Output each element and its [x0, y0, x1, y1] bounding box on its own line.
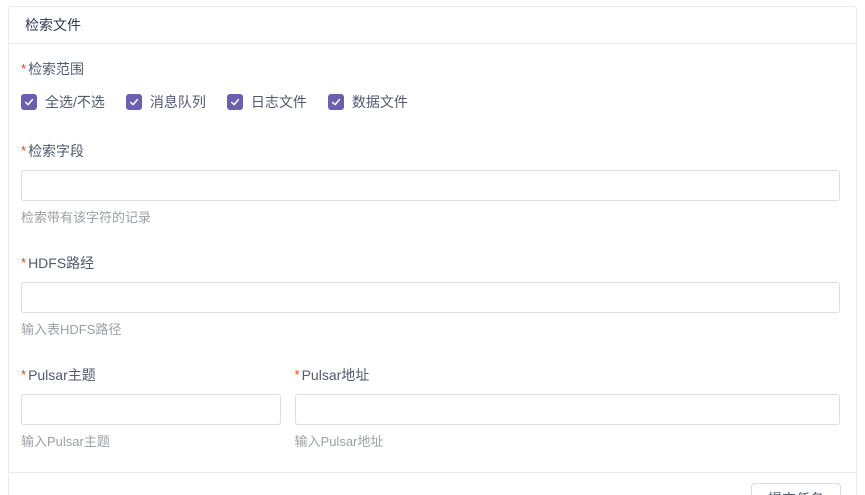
required-asterisk: * — [295, 367, 300, 382]
pulsar-address-input[interactable] — [295, 394, 840, 425]
form-item-search-field: *检索字段 检索带有该字符的记录 — [21, 141, 840, 226]
form-item-search-scope: *检索范围 全选/不选 消息队列 — [21, 59, 840, 112]
page-title: 检索文件 — [25, 15, 81, 35]
check-icon — [128, 96, 140, 108]
checkbox-checked-icon — [328, 94, 344, 110]
checkbox-data-file[interactable]: 数据文件 — [328, 92, 416, 112]
required-asterisk: * — [21, 255, 26, 270]
pulsar-topic-label-text: Pulsar主题 — [28, 367, 96, 383]
required-asterisk: * — [21, 367, 26, 382]
form-item-hdfs-path: *HDFS路经 输入表HDFS路径 — [21, 253, 840, 338]
card-header: 检索文件 — [9, 7, 856, 44]
check-icon — [229, 96, 241, 108]
pulsar-address-label: *Pulsar地址 — [295, 365, 840, 385]
checkbox-label: 消息队列 — [150, 92, 206, 112]
search-scope-checkbox-group: 全选/不选 消息队列 日志文件 — [21, 92, 840, 112]
pulsar-address-label-text: Pulsar地址 — [302, 367, 370, 383]
hdfs-path-label-text: HDFS路经 — [28, 255, 94, 271]
check-icon — [330, 96, 342, 108]
search-scope-label: *检索范围 — [21, 59, 840, 79]
checkbox-label: 数据文件 — [352, 92, 408, 112]
check-icon — [23, 96, 35, 108]
card-body: *检索范围 全选/不选 消息队列 — [9, 44, 856, 472]
checkbox-checked-icon — [227, 94, 243, 110]
form-item-pulsar-address: *Pulsar地址 输入Pulsar地址 — [295, 365, 840, 450]
checkbox-log-file[interactable]: 日志文件 — [227, 92, 315, 112]
required-asterisk: * — [21, 143, 26, 158]
checkbox-label: 日志文件 — [251, 92, 307, 112]
pulsar-topic-helper: 输入Pulsar主题 — [21, 434, 281, 450]
pulsar-topic-input[interactable] — [21, 394, 281, 425]
search-field-label: *检索字段 — [21, 141, 840, 161]
search-field-helper: 检索带有该字符的记录 — [21, 210, 840, 226]
hdfs-path-input[interactable] — [21, 282, 840, 313]
search-scope-label-text: 检索范围 — [28, 61, 84, 77]
hdfs-path-helper: 输入表HDFS路径 — [21, 322, 840, 338]
hdfs-path-label: *HDFS路经 — [21, 253, 840, 273]
required-asterisk: * — [21, 61, 26, 76]
search-field-input[interactable] — [21, 170, 840, 201]
pulsar-topic-label: *Pulsar主题 — [21, 365, 281, 385]
checkbox-select-all[interactable]: 全选/不选 — [21, 92, 113, 112]
submit-task-button[interactable]: 提交任务 — [751, 483, 841, 495]
checkbox-checked-icon — [21, 94, 37, 110]
search-file-card: 检索文件 *检索范围 全选/不选 — [8, 6, 857, 495]
pulsar-row: *Pulsar主题 输入Pulsar主题 *Pulsar地址 输入Pulsar地… — [21, 365, 840, 450]
checkbox-checked-icon — [126, 94, 142, 110]
form-item-pulsar-topic: *Pulsar主题 输入Pulsar主题 — [21, 365, 295, 450]
pulsar-address-helper: 输入Pulsar地址 — [295, 434, 840, 450]
search-field-label-text: 检索字段 — [28, 143, 84, 159]
checkbox-message-queue[interactable]: 消息队列 — [126, 92, 214, 112]
checkbox-label: 全选/不选 — [45, 92, 105, 112]
card-footer: 提交任务 — [9, 472, 856, 495]
